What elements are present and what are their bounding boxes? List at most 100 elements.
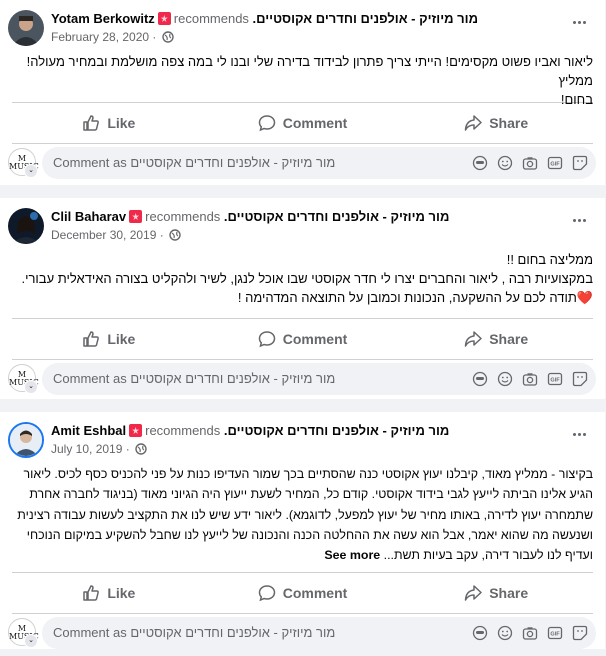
heart-icon: ❤️	[576, 290, 593, 305]
page-avatar[interactable]: M MUSIC ⌄	[8, 364, 39, 394]
sticker-icon[interactable]	[572, 371, 588, 387]
sticker-icon[interactable]	[572, 625, 588, 641]
like-label: Like	[107, 115, 136, 131]
more-options-icon[interactable]	[571, 426, 587, 442]
comment-icon	[258, 331, 275, 348]
author-name[interactable]: Amit Eshbal	[51, 423, 126, 438]
more-options-icon[interactable]	[571, 212, 587, 228]
comment-placeholder: Comment as מור מיוזיק - אולפנים וחדרים א…	[53, 371, 336, 386]
post-meta: December 30, 2019 ·	[51, 227, 181, 243]
post-date[interactable]: February 28, 2020	[51, 30, 149, 44]
svg-text:GIF: GIF	[550, 162, 560, 168]
chevron-down-icon[interactable]: ⌄	[24, 634, 38, 648]
comment-button[interactable]: Comment	[206, 330, 400, 348]
avatar-sticker-icon[interactable]	[472, 155, 488, 171]
camera-icon[interactable]	[522, 155, 538, 171]
comment-icon	[258, 585, 275, 602]
like-label: Like	[107, 585, 136, 601]
avatar-sticker-icon[interactable]	[472, 625, 488, 641]
comment-button[interactable]: Comment	[206, 584, 400, 602]
share-button[interactable]: Share	[399, 114, 593, 132]
comment-placeholder: Comment as מור מיוזיק - אולפנים וחדרים א…	[53, 625, 336, 640]
like-button[interactable]: Like	[12, 330, 206, 348]
gif-icon[interactable]: GIF	[547, 155, 563, 171]
page-avatar[interactable]: M MUSIC ⌄	[8, 148, 39, 178]
thumbs-up-icon	[83, 331, 100, 347]
post-title-line: Amit Eshbal recommends מור מיוזיק - אולפנ…	[51, 422, 449, 439]
author-avatar[interactable]	[8, 422, 44, 458]
page-name[interactable]: מור מיוזיק - אולפנים וחדרים אקוסטיים.	[224, 209, 449, 224]
sticker-icon[interactable]	[572, 155, 588, 171]
comment-label: Comment	[282, 115, 348, 131]
author-avatar[interactable]	[8, 10, 44, 46]
like-button[interactable]: Like	[12, 114, 206, 132]
recommend-icon	[129, 424, 143, 437]
comment-composer: M MUSIC ⌄ Comment as מור מיוזיק - אולפנים …	[0, 614, 605, 656]
thumbs-up-icon	[83, 115, 100, 131]
post-meta: February 28, 2020 ·	[51, 29, 174, 45]
comment-icon	[258, 115, 275, 132]
emoji-icon[interactable]	[497, 155, 513, 171]
comment-input[interactable]: Comment as מור מיוזיק - אולפנים וחדרים א…	[42, 147, 596, 179]
like-button[interactable]: Like	[12, 584, 206, 602]
comment-tools: GIF	[472, 371, 588, 387]
comment-label: Comment	[282, 585, 348, 601]
share-label: Share	[489, 115, 529, 131]
globe-icon	[135, 443, 147, 455]
page-name[interactable]: מור מיוזיק - אולפנים וחדרים אקוסטיים.	[253, 11, 478, 26]
post-text: בקיצור - ממליץ מאוד, קיבלנו יעוץ אקוסטי …	[0, 460, 605, 568]
post-text-line: ❤️תודה לכם על ההשקעה, הנכונות וכמובן על …	[12, 288, 593, 307]
gif-icon[interactable]: GIF	[547, 625, 563, 641]
gif-icon[interactable]: GIF	[547, 371, 563, 387]
recommend-icon	[157, 12, 171, 25]
share-icon	[464, 585, 482, 601]
camera-icon[interactable]	[522, 371, 538, 387]
recommends-text: recommends	[173, 11, 249, 26]
more-options-icon[interactable]	[571, 14, 587, 30]
thumbs-up-icon	[83, 585, 100, 601]
author-name[interactable]: Yotam Berkowitz	[51, 11, 155, 26]
post-header: Amit Eshbal recommends מור מיוזיק - אולפנ…	[0, 412, 605, 460]
comment-tools: GIF	[472, 155, 588, 171]
page-name[interactable]: מור מיוזיק - אולפנים וחדרים אקוסטיים.	[224, 423, 449, 438]
review-post: Clil Baharav recommends מור מיוזיק - אולפ…	[0, 198, 605, 399]
globe-icon	[162, 31, 174, 43]
comment-composer: M MUSIC ⌄ Comment as מור מיוזיק - אולפנים …	[0, 144, 605, 186]
author-avatar[interactable]	[8, 208, 44, 244]
post-text-line: בקיצור - ממליץ מאוד, קיבלנו יעוץ אקוסטי …	[23, 467, 593, 481]
emoji-icon[interactable]	[497, 625, 513, 641]
recommends-text: recommends	[145, 423, 221, 438]
share-button[interactable]: Share	[399, 330, 593, 348]
emoji-icon[interactable]	[497, 371, 513, 387]
post-text-line: ושנעשה מה שהוא יאמר, אבל הוא עשה את ההחל…	[26, 527, 593, 542]
comment-input[interactable]: Comment as מור מיוזיק - אולפנים וחדרים א…	[42, 363, 596, 395]
author-name[interactable]: Clil Baharav	[51, 209, 126, 224]
review-post: Yotam Berkowitz recommends מור מיוזיק - א…	[0, 0, 605, 185]
comment-tools: GIF	[472, 625, 588, 641]
divider	[12, 572, 593, 573]
recommend-icon	[129, 210, 143, 223]
share-button[interactable]: Share	[399, 584, 593, 602]
share-label: Share	[489, 331, 529, 347]
post-text-line: ליאור ואביו פשוט מקסימים! הייתי צריך פתר…	[26, 54, 593, 88]
divider	[12, 102, 593, 103]
post-text-line-content: תודה לכם על ההשקעה, הנכונות וכמובן על הת…	[237, 290, 577, 305]
action-bar: Like Comment Share	[12, 575, 593, 611]
comment-input[interactable]: Comment as מור מיוזיק - אולפנים וחדרים א…	[42, 617, 596, 649]
post-text-line: הגיע אלינו הביתה לייעץ לגבי בידוד אקוסטי…	[29, 487, 593, 502]
review-post: Amit Eshbal recommends מור מיוזיק - אולפנ…	[0, 412, 605, 649]
avatar-sticker-icon[interactable]	[472, 371, 488, 387]
page-avatar[interactable]: M MUSIC ⌄	[8, 618, 39, 648]
post-meta: July 10, 2019 ·	[51, 441, 147, 457]
chevron-down-icon[interactable]: ⌄	[24, 164, 38, 178]
comment-button[interactable]: Comment	[206, 114, 400, 132]
post-text-line-content: ועדיף לנו לעבור דירה, עקב בעיות תשת...	[383, 548, 593, 563]
post-date[interactable]: December 30, 2019	[51, 228, 156, 242]
svg-text:GIF: GIF	[550, 632, 560, 638]
chevron-down-icon[interactable]: ⌄	[24, 380, 38, 394]
globe-icon	[169, 229, 181, 241]
post-text: ליאור ואביו פשוט מקסימים! הייתי צריך פתר…	[0, 48, 605, 107]
post-date[interactable]: July 10, 2019	[51, 442, 122, 456]
camera-icon[interactable]	[522, 625, 538, 641]
see-more-link[interactable]: See more	[324, 548, 380, 562]
